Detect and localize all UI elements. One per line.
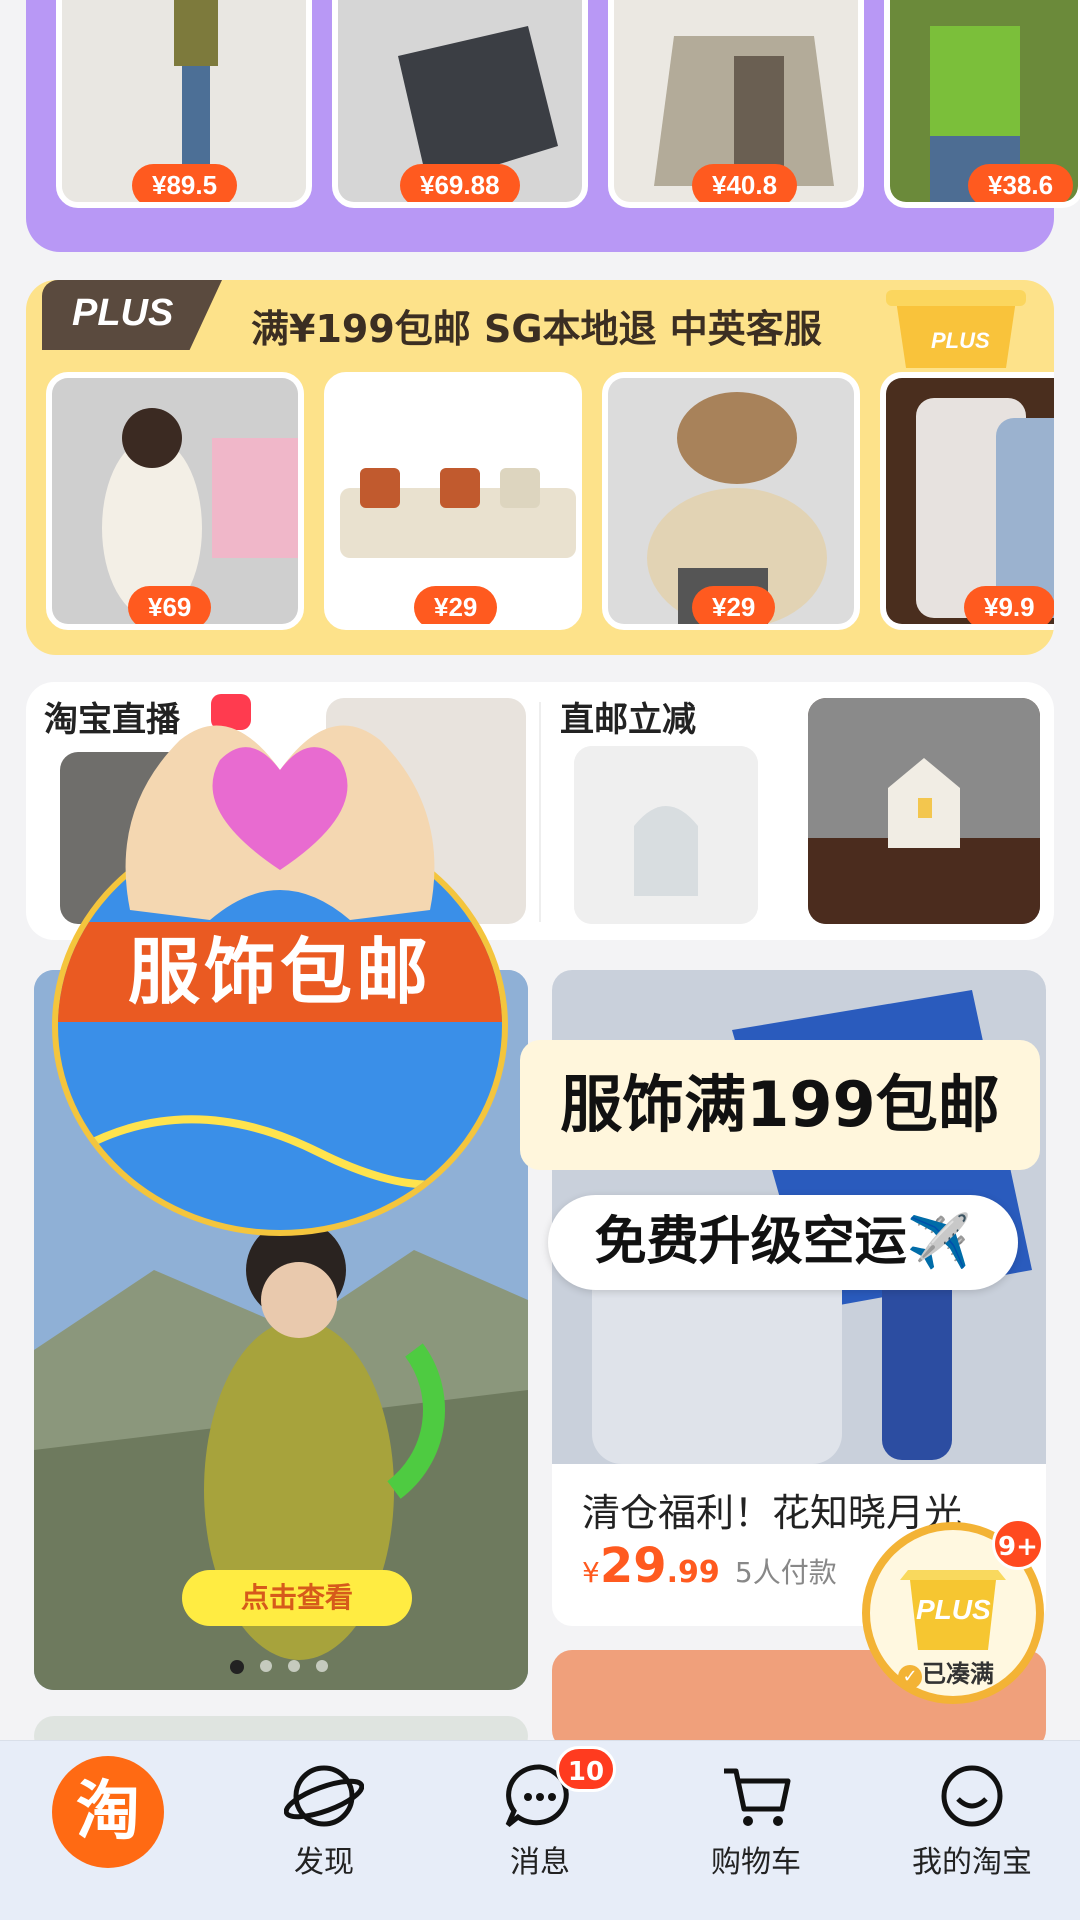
carousel-dot bbox=[260, 1660, 272, 1672]
divider bbox=[539, 702, 541, 922]
carousel-dot bbox=[288, 1660, 300, 1672]
price-pill: ¥89.5 bbox=[132, 164, 238, 202]
plus-banner-text: 满¥199包邮 SG本地退 中英客服 bbox=[251, 307, 822, 351]
product-card[interactable]: ¥9.9 bbox=[880, 372, 1054, 630]
check-icon: ✓ bbox=[898, 1665, 922, 1689]
product-card[interactable]: ¥29 bbox=[324, 372, 582, 630]
cart-status: ✓ 已凑满 bbox=[898, 1654, 994, 1689]
plus-cart-icon: PLUS bbox=[866, 280, 1054, 370]
nav-label: 购物车 bbox=[711, 1845, 801, 1880]
mail-title[interactable]: 直邮立减 bbox=[560, 692, 696, 741]
recommend-strip: ¥89.5 ¥69.88 ¥40.8 ¥38.6 bbox=[26, 0, 1080, 252]
product-title: 清仓福利！花知晓月光 bbox=[582, 1491, 963, 1535]
nav-my-taobao[interactable]: 我的淘宝 bbox=[864, 1761, 1080, 1881]
price-pill: ¥40.8 bbox=[692, 164, 798, 202]
carousel-dot bbox=[316, 1660, 328, 1672]
heart-hands-icon bbox=[110, 700, 450, 920]
cart-icon bbox=[724, 1768, 791, 1826]
price-pill: ¥29 bbox=[692, 586, 776, 624]
nav-messages[interactable]: 消息 bbox=[432, 1761, 648, 1881]
price-pill: ¥9.9 bbox=[964, 586, 1054, 624]
home-taobao-button[interactable]: 淘 bbox=[52, 1756, 164, 1868]
cart-count-badge: 9+ bbox=[992, 1518, 1044, 1570]
nav-discover[interactable]: 发现 bbox=[216, 1761, 432, 1881]
product-card[interactable]: ¥40.8 bbox=[608, 0, 864, 208]
nav-cart[interactable]: 购物车 bbox=[648, 1761, 864, 1881]
price-symbol: ¥ bbox=[582, 1556, 600, 1589]
nav-label: 我的淘宝 bbox=[912, 1845, 1032, 1880]
price-pill: ¥69 bbox=[128, 586, 212, 624]
product-card[interactable]: ¥38.6 bbox=[884, 0, 1080, 208]
price-pill: ¥38.6 bbox=[968, 164, 1074, 202]
carousel-dot-active bbox=[230, 1660, 244, 1674]
product-card[interactable]: ¥89.5 bbox=[56, 0, 312, 208]
plus-cart-label: PLUS bbox=[931, 328, 990, 353]
price-pill: ¥29 bbox=[414, 586, 498, 624]
mail-product-image[interactable] bbox=[574, 746, 758, 924]
product-price: ¥29.99 5人付款 bbox=[582, 1538, 837, 1594]
product-card[interactable]: ¥69 bbox=[46, 372, 304, 630]
promo-banner-big: 服饰满199包邮 bbox=[520, 1040, 1040, 1170]
product-card[interactable]: ¥69.88 bbox=[332, 0, 588, 208]
smile-icon bbox=[941, 1765, 1003, 1827]
sales-count: 5人付款 bbox=[734, 1556, 837, 1589]
plus-badge: PLUS bbox=[42, 280, 222, 350]
planet-icon bbox=[284, 1765, 364, 1827]
bottom-nav: 发现 消息 购物车 我的淘宝 bbox=[0, 1740, 1080, 1920]
message-count-badge: 10 bbox=[556, 1746, 616, 1792]
mail-product-image[interactable] bbox=[808, 698, 1040, 924]
price-integer: 29 bbox=[599, 1538, 667, 1594]
nav-label: 消息 bbox=[510, 1845, 570, 1880]
plus-section[interactable]: PLUS 满¥199包邮 SG本地退 中英客服 PLUS ¥69 ¥29 ¥29… bbox=[26, 280, 1054, 655]
carousel-dots bbox=[230, 1660, 340, 1676]
cart-plus-label: PLUS bbox=[916, 1594, 991, 1625]
promo-banner-small: 免费升级空运✈️ bbox=[548, 1195, 1018, 1290]
nav-label: 发现 bbox=[294, 1845, 354, 1880]
product-card[interactable]: ¥29 bbox=[602, 372, 860, 630]
price-decimal: .99 bbox=[666, 1555, 720, 1590]
cart-status-text: 已凑满 bbox=[922, 1660, 994, 1688]
price-pill: ¥69.88 bbox=[400, 164, 520, 202]
view-button[interactable]: 点击查看 bbox=[182, 1570, 412, 1626]
